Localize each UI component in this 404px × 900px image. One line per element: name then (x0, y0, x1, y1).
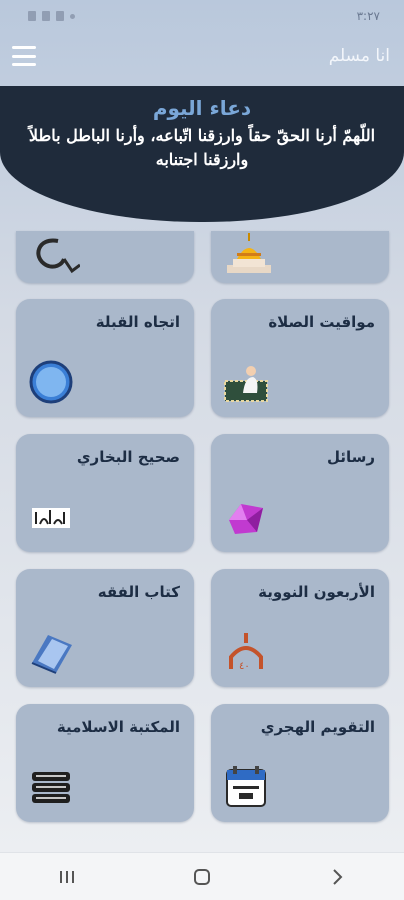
tile-prayer-times[interactable]: مواقيت الصلاة (211, 299, 389, 417)
compass-icon (29, 360, 73, 404)
signal-icon (42, 11, 50, 21)
tile-bukhari[interactable]: صحيح البخاري (16, 434, 194, 552)
book-icon (31, 635, 72, 674)
tile-label: التقويم الهجري (260, 718, 375, 736)
svg-text:٤٠: ٤٠ (239, 661, 250, 672)
mosque-dome-icon (227, 233, 271, 273)
tile-label: رسائل (326, 448, 375, 466)
tile-hijri-calendar[interactable]: التقويم الهجري (211, 704, 389, 822)
tile-messages[interactable]: رسائل (211, 434, 389, 552)
tile-label: مواقيت الصلاة (268, 313, 375, 331)
dua-title: دعاء اليوم (152, 96, 252, 120)
home-icon (193, 868, 210, 885)
recent-apps-button[interactable] (47, 862, 87, 892)
mosque-40-icon: ٤٠ (229, 633, 263, 672)
bukhari-calligraphy-icon (32, 508, 70, 528)
app-bar: انا مسلم (0, 34, 404, 78)
tile-qibla[interactable]: اتجاه القبلة (16, 299, 194, 417)
tasbih-icon (36, 238, 80, 274)
signal-icon-2 (56, 11, 64, 21)
tile-label: كتاب الفقه (97, 583, 180, 601)
status-time: ٣:٢٧ (356, 9, 380, 23)
back-chevron-icon (332, 868, 343, 885)
wifi-icon (70, 13, 75, 19)
tile-islamic-library[interactable]: المكتبة الاسلامية (16, 704, 194, 822)
back-button[interactable] (317, 862, 357, 892)
recent-apps-icon (60, 870, 75, 883)
app-title: انا مسلم (328, 46, 390, 66)
tile-label: الأربعون النووية (258, 583, 375, 601)
home-button[interactable] (182, 862, 222, 892)
tile-label: اتجاه القبلة (95, 313, 180, 331)
status-icons (28, 11, 75, 21)
tile-mosque[interactable] (211, 231, 389, 283)
tile-label: صحيح البخاري (76, 448, 180, 466)
books-stack-icon (32, 772, 70, 803)
calendar-icon (226, 766, 266, 807)
tile-tasbih[interactable] (16, 231, 194, 283)
system-nav-bar (0, 852, 404, 900)
battery-icon (28, 11, 36, 21)
dua-text: اللّهمّ أرنا الحقّ حقاً وارزقنا اتّباعه،… (28, 126, 376, 169)
tile-forty-hadith[interactable]: الأربعون النووية ٤٠ (211, 569, 389, 687)
menu-icon[interactable] (12, 46, 36, 66)
tile-fiqh-book[interactable]: كتاب الفقه (16, 569, 194, 687)
message-gem-icon (229, 504, 263, 534)
status-bar: ٣:٢٧ (0, 0, 404, 32)
tile-label: المكتبة الاسلامية (56, 718, 180, 736)
dua-card: دعاء اليوم اللّهمّ أرنا الحقّ حقاً وارزق… (0, 86, 404, 222)
prayer-mat-icon (224, 366, 268, 402)
